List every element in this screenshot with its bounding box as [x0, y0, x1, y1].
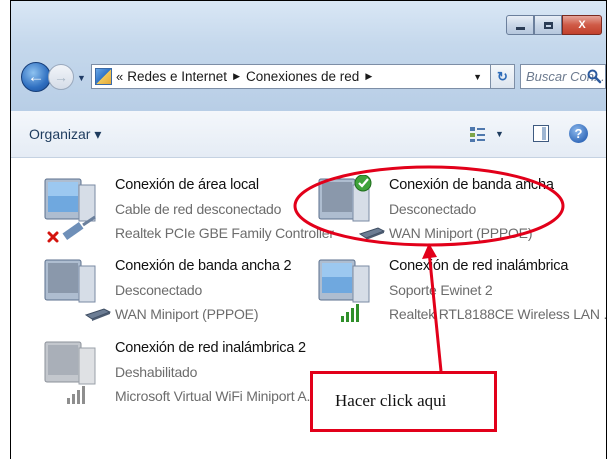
preview-pane-icon[interactable]	[533, 125, 549, 142]
search-input[interactable]: Buscar Con...	[520, 64, 606, 89]
refresh-icon: ↻	[497, 68, 508, 84]
change-view-button[interactable]: ▼	[469, 124, 505, 144]
breadcrumb-redes-e-internet[interactable]: Redes e Internet	[127, 69, 227, 84]
navigation-row: ← → ▼ « Redes e Internet ▶ Conexiones de…	[21, 59, 606, 99]
views-dropdown-icon[interactable]: ▼	[495, 129, 504, 139]
address-bar[interactable]: « Redes e Internet ▶ Conexiones de red ▶…	[91, 64, 491, 89]
close-button[interactable]: X	[562, 15, 602, 35]
control-panel-icon	[95, 68, 112, 85]
connection-item-red-inalambrica-2[interactable]: Conexión de red inalámbrica 2 Deshabilit…	[39, 338, 319, 420]
connection-device: Microsoft Virtual WiFi Miniport A...	[115, 388, 318, 404]
connection-name: Conexión de red inalámbrica 2	[115, 340, 306, 356]
connection-name: Conexión de red inalámbrica	[389, 258, 569, 274]
address-dropdown-icon[interactable]: ▼	[473, 72, 482, 82]
back-button[interactable]: ←	[21, 62, 51, 92]
search-icon[interactable]	[586, 68, 602, 84]
wireless-icon	[318, 259, 370, 322]
close-icon: X	[578, 19, 586, 31]
callout-box: Hacer click aqui	[310, 371, 497, 432]
connection-name: Conexión de área local	[115, 177, 259, 193]
callout-text: Hacer click aqui	[335, 391, 447, 410]
connection-status: Desconectado	[115, 282, 203, 298]
hidden-crumbs-chevron[interactable]: «	[116, 69, 123, 84]
refresh-button[interactable]: ↻	[491, 64, 515, 89]
wireless-disabled-icon	[44, 341, 96, 404]
recent-pages-dropdown[interactable]: ▼	[77, 73, 86, 83]
connection-item-banda-ancha-2[interactable]: Conexión de banda ancha 2 Desconectado W…	[39, 256, 319, 338]
ethernet-disconnected-icon	[44, 178, 96, 243]
connection-item-banda-ancha[interactable]: Conexión de banda ancha Desconectado WAN…	[313, 175, 593, 257]
connection-device: WAN Miniport (PPPOE)	[115, 306, 259, 322]
connection-status: Soporte Ewinet 2	[389, 282, 493, 298]
connection-status: Desconectado	[389, 201, 477, 217]
connection-status: Cable de red desconectado	[115, 201, 282, 217]
breadcrumb-conexiones-de-red[interactable]: Conexiones de red	[246, 69, 359, 84]
maximize-icon	[543, 21, 553, 29]
organize-menu[interactable]: Organizar ▾	[29, 126, 101, 143]
views-icon	[470, 127, 485, 142]
connections-view: Conexión de área local Cable de red desc…	[11, 158, 606, 459]
minimize-icon	[515, 26, 525, 30]
modem-icon	[85, 308, 111, 321]
modem-icon	[359, 227, 385, 240]
connection-device: WAN Miniport (PPPOE)	[389, 225, 533, 241]
connection-name: Conexión de banda ancha 2	[115, 258, 292, 274]
breadcrumb-arrow-icon[interactable]: ▶	[233, 71, 240, 82]
breadcrumb-arrow-icon[interactable]: ▶	[365, 71, 372, 82]
connection-status: Deshabilitado	[115, 364, 198, 380]
minimize-button[interactable]	[506, 15, 534, 35]
connection-name: Conexión de banda ancha	[389, 177, 554, 193]
back-arrow-icon: ←	[27, 67, 45, 86]
forward-button[interactable]: →	[48, 64, 74, 90]
connection-device: Realtek RTL8188CE Wireless LAN ...	[389, 306, 606, 322]
maximize-button[interactable]	[534, 15, 562, 35]
command-bar: Organizar ▾ ▼ ?	[11, 111, 606, 158]
connection-device: Realtek PCIe GBE Family Controller	[115, 225, 334, 241]
title-bar: X ← → ▼ « Redes e Internet ▶ Conexiones …	[11, 1, 606, 111]
connection-item-red-inalambrica[interactable]: Conexión de red inalámbrica Soporte Ewin…	[313, 256, 606, 338]
window-controls: X	[506, 15, 602, 35]
forward-arrow-icon: →	[54, 69, 68, 85]
connection-item-area-local[interactable]: Conexión de área local Cable de red desc…	[39, 175, 334, 257]
explorer-window: X ← → ▼ « Redes e Internet ▶ Conexiones …	[11, 1, 606, 459]
help-icon[interactable]: ?	[569, 124, 588, 143]
